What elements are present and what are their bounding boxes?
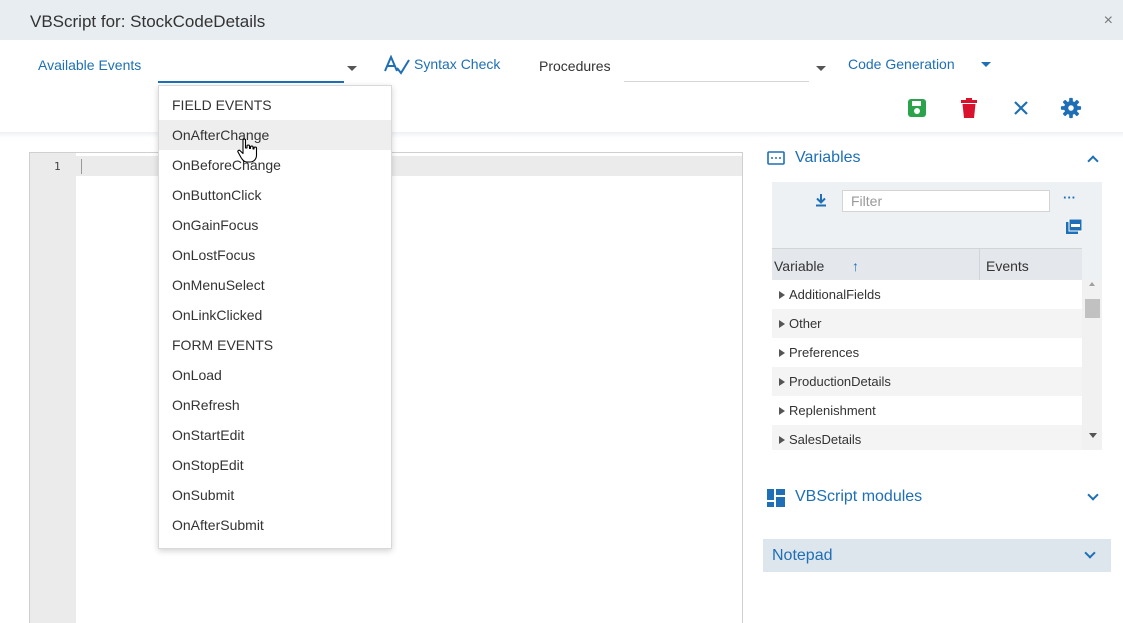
available-events-label: Available Events [38,57,142,73]
code-generation-caret-icon[interactable] [981,62,991,67]
notepad-expand-icon[interactable] [1084,547,1096,559]
procedures-label: Procedures [539,58,611,74]
variable-row-label: SalesDetails [789,432,862,447]
expand-icon[interactable] [779,291,785,299]
expand-icon[interactable] [779,378,785,386]
settings-gear-icon[interactable] [1060,97,1082,119]
variable-row-label: Replenishment [789,403,876,418]
title-bar: VBScript for: StockCodeDetails × [0,0,1123,40]
editor-gutter [30,153,76,623]
procedures-select[interactable] [624,81,809,82]
procedures-caret-icon[interactable] [816,66,826,71]
close-window-icon[interactable]: × [1104,12,1113,30]
variables-filter-input[interactable]: Filter [842,190,1050,212]
dropdown-item[interactable]: OnStopEdit [159,450,391,480]
expand-icon[interactable] [779,320,785,328]
variable-row[interactable]: Other [772,309,1082,338]
expand-icon[interactable] [779,349,785,357]
column-separator[interactable] [979,248,980,280]
text-cursor [81,159,82,174]
dropdown-group-header: FIELD EVENTS [172,97,272,113]
variables-icon [767,151,785,165]
dropdown-item[interactable]: OnMenuSelect [159,270,391,300]
scrollbar-thumb[interactable] [1085,299,1100,318]
modules-expand-icon[interactable] [1087,489,1099,501]
variable-column-header[interactable]: Variable [774,258,824,274]
variable-row[interactable]: Replenishment [772,396,1082,425]
dropdown-item[interactable]: OnSubmit [159,480,391,510]
more-options-icon[interactable]: ··· [1063,190,1076,205]
variables-panel-title: Variables [795,149,861,166]
line-number: 1 [54,160,61,173]
dropdown-item[interactable]: OnButtonClick [159,180,391,210]
dropdown-item[interactable]: OnBeforeChange [159,150,391,180]
export-pdf-icon[interactable] [1066,219,1082,234]
cancel-icon[interactable] [1010,97,1032,119]
syntax-check-icon[interactable] [384,55,410,75]
available-events-dropdown: FIELD EVENTS OnAfterChange OnBeforeChang… [158,85,392,549]
variable-row[interactable]: ProductionDetails [772,367,1082,396]
modules-icon [767,489,785,507]
variable-row-label: Preferences [789,345,860,360]
variable-row[interactable]: SalesDetails [772,425,1082,450]
available-events-select[interactable] [158,81,344,83]
scroll-down-icon[interactable] [1089,433,1097,438]
variable-row-label: AdditionalFields [789,287,881,302]
sort-ascending-icon[interactable]: ↑ [852,258,859,274]
notepad-panel-header[interactable]: Notepad [763,539,1111,572]
variable-row[interactable]: Preferences [772,338,1082,367]
dropdown-item[interactable]: OnRefresh [159,390,391,420]
dropdown-item[interactable]: OnLinkClicked [159,300,391,330]
code-generation-menu[interactable]: Code Generation [848,56,955,72]
variable-row[interactable]: AdditionalFields [772,280,1082,309]
vbscript-modules-panel-title[interactable]: VBScript modules [795,488,922,506]
dropdown-item[interactable]: OnLoad [159,360,391,390]
dropdown-item[interactable]: OnStartEdit [159,420,391,450]
notepad-panel-title: Notepad [772,547,833,564]
variables-grid: AdditionalFields Other Preferences Produ… [772,280,1082,450]
syntax-check-button[interactable]: Syntax Check [414,56,500,72]
window-title: VBScript for: StockCodeDetails [30,12,266,31]
delete-icon[interactable] [958,97,980,119]
dropdown-item[interactable]: OnAfterChange [159,120,391,150]
dropdown-item[interactable]: OnAfterSubmit [159,510,391,540]
download-icon[interactable] [815,193,827,207]
expand-icon[interactable] [779,407,785,415]
variables-grid-header: Variable ↑ Events [772,248,1082,280]
save-icon[interactable] [906,97,928,119]
variables-collapse-icon[interactable] [1087,155,1099,167]
dropdown-group-header: FORM EVENTS [172,337,274,353]
dropdown-item[interactable]: OnLostFocus [159,240,391,270]
dropdown-item[interactable]: OnGainFocus [159,210,391,240]
events-column-header[interactable]: Events [986,258,1029,274]
scroll-up-icon[interactable] [1089,282,1095,286]
variable-row-label: Other [789,316,822,331]
available-events-caret-icon[interactable] [347,66,357,71]
variable-row-label: ProductionDetails [789,374,891,389]
hand-cursor-icon [237,138,258,163]
expand-icon[interactable] [779,436,785,444]
